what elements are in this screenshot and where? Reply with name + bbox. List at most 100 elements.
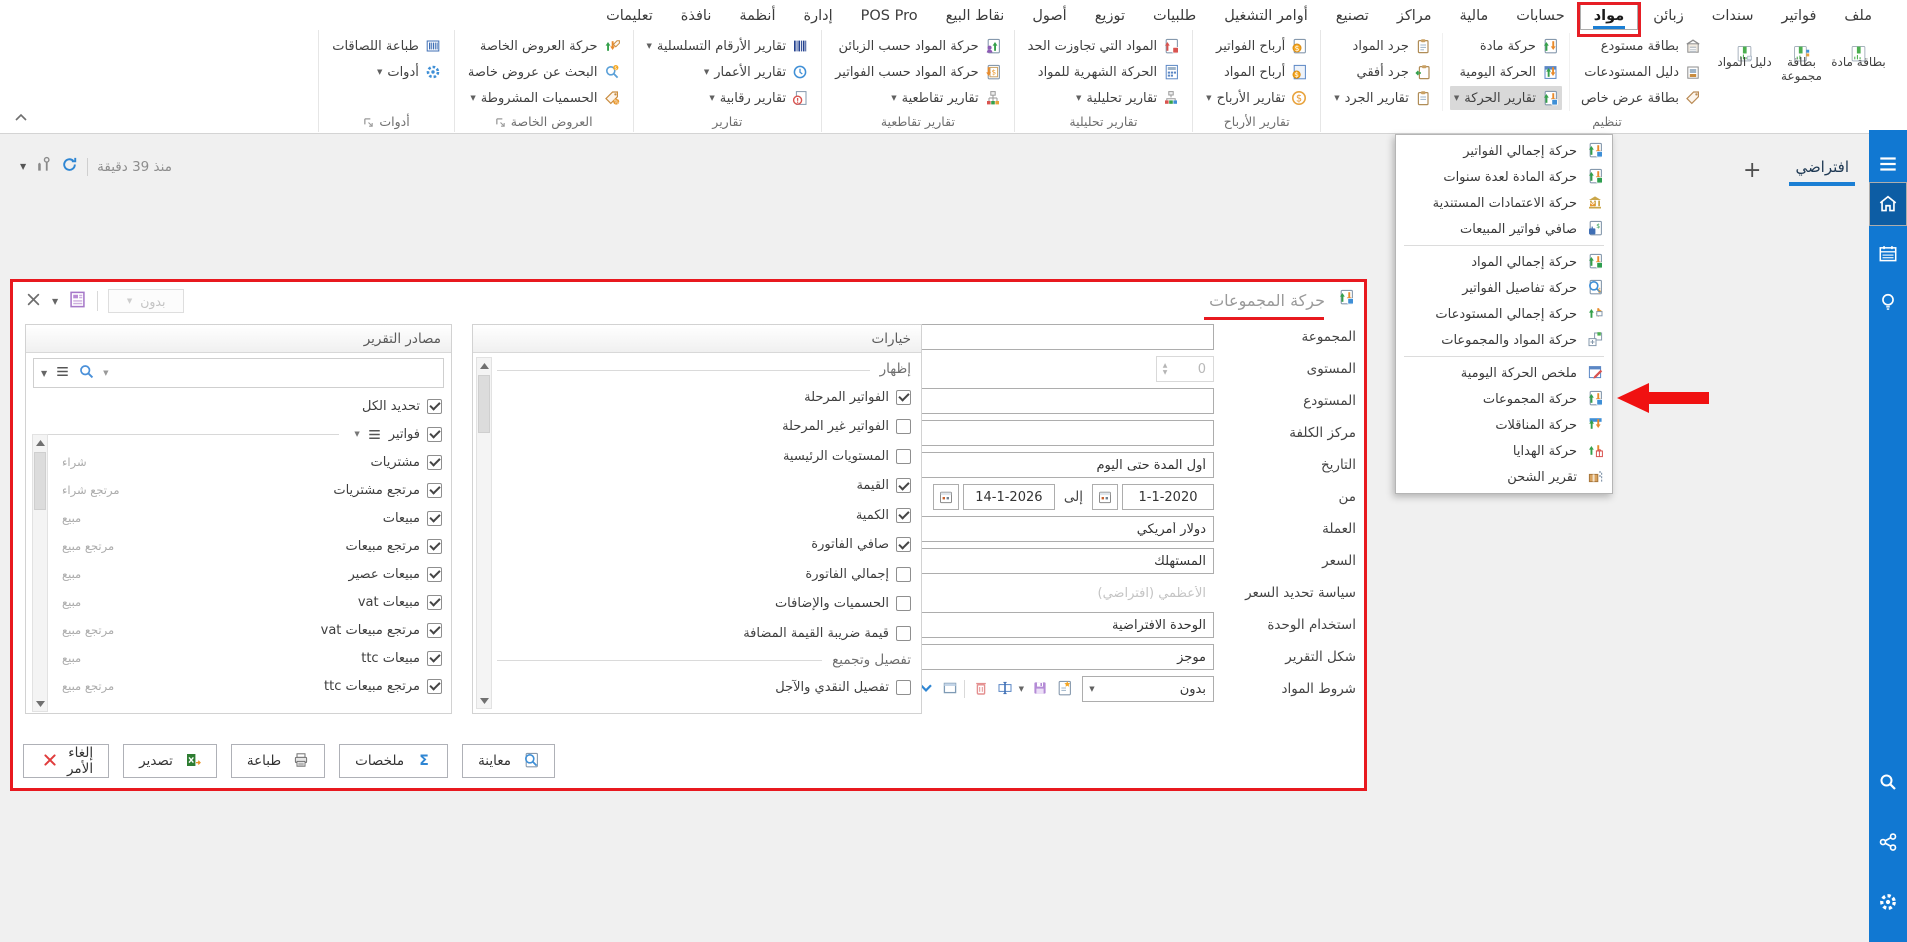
option-checkbox-row[interactable]: القيمة [495, 475, 911, 497]
ribbon-item[interactable]: %الحسميات المشروطة▼ [464, 86, 624, 110]
excel-button[interactable]: تصدير [123, 744, 217, 778]
menu-item[interactable]: ملخص الحركة اليومية [1396, 360, 1612, 386]
options-scrollbar[interactable] [476, 357, 492, 709]
option-checkbox-row[interactable]: الفواتير غير المرحلة [495, 416, 911, 438]
source-row-item[interactable]: مرتجع مبيعاتمرتجع مبيع [26, 532, 451, 560]
source-row-selectall[interactable]: تحديد الكل [26, 392, 451, 420]
ribbon-item[interactable]: بطاقة مستودع [1577, 34, 1705, 58]
ribbon-item[interactable]: $أرباح الفواتير [1202, 34, 1311, 58]
report-template-icon[interactable] [68, 290, 87, 313]
scroll-up-arrow[interactable] [33, 435, 47, 450]
collapse-ribbon-icon[interactable] [13, 110, 29, 124]
checkbox-checked[interactable] [427, 567, 442, 582]
sigma-button[interactable]: Σملخصات [339, 744, 448, 778]
tab-18[interactable]: تعليمات [593, 4, 666, 30]
field-select[interactable]: دولار أمريكي▼ [902, 516, 1214, 542]
checkbox-checked[interactable] [427, 455, 442, 470]
ribbon-item[interactable]: جرد أفقي [1330, 60, 1435, 84]
rename-icon[interactable] [995, 680, 1013, 698]
ribbon-item[interactable]: تقارير تقاطعية▼ [831, 86, 1005, 110]
menu-item-groups-movement-target[interactable]: حركة المجموعات [1396, 386, 1612, 412]
tab-6[interactable]: مالية [1447, 4, 1502, 30]
menu-item[interactable]: حركة الهدايا [1396, 438, 1612, 464]
checkbox-checked[interactable] [896, 508, 911, 523]
close-icon[interactable] [25, 291, 42, 312]
tab-8[interactable]: تصنيع [1323, 4, 1382, 30]
checkbox[interactable] [896, 626, 911, 641]
chevron-down-icon[interactable]: ▼ [103, 369, 108, 377]
menu-item[interactable]: حركة إجمالي الفواتير [1396, 138, 1612, 164]
sidebar-item-share-icon[interactable] [1869, 822, 1907, 862]
source-row-group[interactable]: فواتير▼ [26, 420, 451, 448]
sources-search-bar[interactable]: ▼ ▼ [33, 358, 444, 388]
ribbon-item[interactable]: $البحث عن عروض خاصة [464, 60, 624, 84]
option-checkbox-row[interactable]: تفصيل النقدي والآجل [495, 677, 911, 699]
menu-item[interactable]: حركة الاعتمادات المستندية [1396, 190, 1612, 216]
ribbon-large-button[interactable]: بطاقة مادة [1830, 33, 1887, 109]
field-select[interactable]: ▼ [902, 324, 1214, 350]
field-select[interactable]: موجز▼ [902, 644, 1214, 670]
ribbon-item[interactable]: حركة مادة [1450, 34, 1562, 58]
tab-12[interactable]: أصول [1019, 4, 1079, 30]
option-checkbox-row[interactable]: الكمية [495, 504, 911, 526]
ribbon-item[interactable]: تقارير الجرد▼ [1330, 86, 1435, 110]
tab-5[interactable]: حسابات [1503, 4, 1577, 30]
tab-15[interactable]: إدارة [791, 4, 846, 30]
scroll-thumb[interactable] [478, 375, 490, 433]
ribbon-item[interactable]: أدوات▼ [328, 60, 445, 84]
tab-17[interactable]: نافذة [668, 4, 725, 30]
source-row-item[interactable]: مبيعات ttcمبيع [26, 644, 451, 672]
source-row-item[interactable]: مرتجع مشترياتمرتجع شراء [26, 476, 451, 504]
tab-selected-4[interactable]: مواد [1580, 4, 1638, 30]
refresh-icon[interactable] [61, 156, 78, 177]
tab-1[interactable]: فواتير [1769, 4, 1830, 30]
chevron-down-icon[interactable]: ▼ [52, 297, 58, 306]
sidebar-item-bulb-icon[interactable] [1869, 282, 1907, 322]
search-icon[interactable] [78, 363, 95, 384]
trash-icon[interactable] [971, 680, 989, 698]
source-row-item[interactable]: مرتجع مبيعات ttcمرتجع مبيع [26, 672, 451, 700]
sidebar-item-settings-gear-icon[interactable] [1869, 882, 1907, 922]
checkbox-checked[interactable] [896, 478, 911, 493]
ribbon-item[interactable]: طباعة اللصاقات [328, 34, 445, 58]
checkbox-checked[interactable] [427, 651, 442, 666]
checkbox-checked[interactable] [427, 623, 442, 638]
tab-7[interactable]: مراكز [1384, 4, 1445, 30]
tab-3[interactable]: زبائن [1640, 4, 1697, 30]
tools-icon[interactable] [35, 156, 52, 177]
calendar-icon[interactable] [933, 484, 959, 510]
menu-item[interactable]: تقرير الشحن [1396, 464, 1612, 490]
printer-button[interactable]: طباعة [231, 744, 325, 778]
ribbon-item[interactable]: $تقارير الأرباح▼ [1202, 86, 1311, 110]
ribbon-item[interactable]: حركة العروض الخاصة [464, 34, 624, 58]
new-doc-icon[interactable] [1054, 680, 1072, 698]
tab-14[interactable]: POS Pro [848, 4, 931, 30]
calendar-icon[interactable] [1092, 484, 1118, 510]
checkbox[interactable] [896, 419, 911, 434]
ribbon-item[interactable]: المواد التي تجاوزت الحد [1024, 34, 1184, 58]
menu-item[interactable]: حركة إجمالي المواد [1396, 249, 1612, 275]
ribbon-item-highlighted[interactable]: تقارير الحركة▼ [1450, 86, 1562, 110]
launcher-icon[interactable] [363, 116, 374, 127]
tab-13[interactable]: نقاط البيع [933, 4, 1018, 30]
tab-9[interactable]: أوامر التشغيل [1211, 4, 1321, 30]
field-select[interactable]: أول المدة حتى اليوم▼ [902, 452, 1214, 478]
source-row-item[interactable]: مبيعاتمبيع [26, 504, 451, 532]
ribbon-item[interactable]: تقارير الأرقام التسلسلية▼ [643, 34, 813, 58]
checkbox[interactable] [896, 449, 911, 464]
save-floppy-icon[interactable] [1030, 680, 1048, 698]
checkbox-checked[interactable] [427, 511, 442, 526]
option-checkbox-row[interactable]: المستويات الرئيسية [495, 445, 911, 467]
field-select[interactable]: بدون▼ [1082, 676, 1214, 702]
sidebar-item-search-icon[interactable] [1869, 762, 1907, 802]
checkbox[interactable] [896, 680, 911, 695]
tab-2[interactable]: سندات [1699, 4, 1767, 30]
ribbon-large-button[interactable]: بطاقة مجموعة [1773, 33, 1830, 109]
list-menu-icon[interactable] [55, 364, 70, 383]
tab-0[interactable]: ملف [1831, 4, 1885, 30]
ribbon-item[interactable]: دليل المستودعات [1577, 60, 1705, 84]
checkbox-checked[interactable] [896, 390, 911, 405]
scroll-thumb[interactable] [34, 452, 46, 510]
checkbox[interactable] [896, 567, 911, 582]
source-row-item[interactable]: مشترياتشراء [26, 448, 451, 476]
